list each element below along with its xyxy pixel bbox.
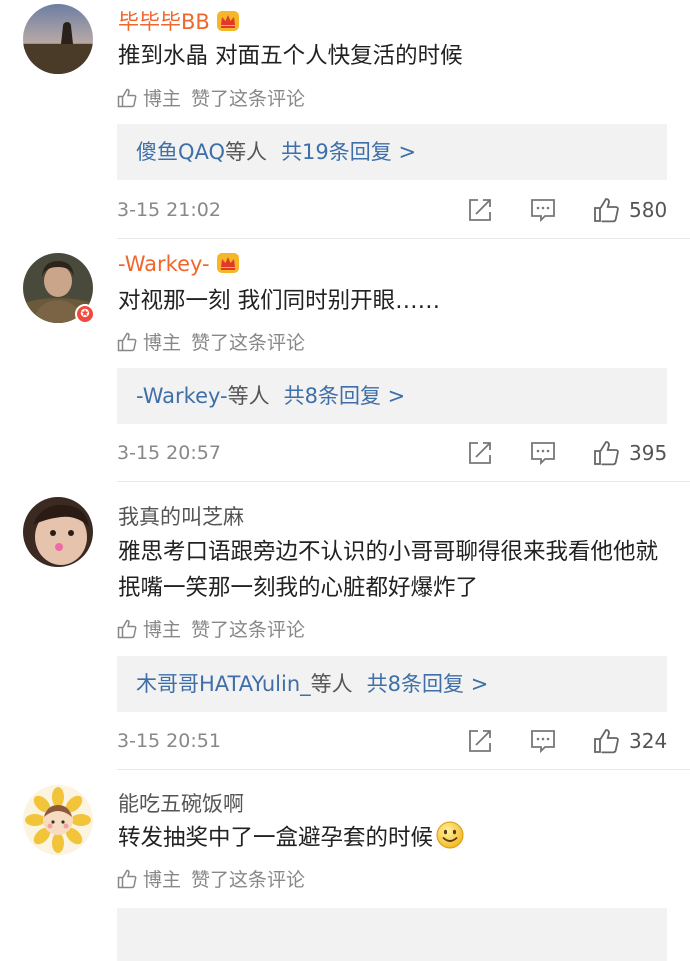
comment-actions: 3-15 21:02 580 [117,195,677,225]
reply-suffix: 等人 [310,672,353,696]
divider [117,769,690,770]
reply-count-link[interactable]: 共8条回复 > [367,672,489,696]
like-count: 580 [629,198,668,222]
comment-actions: 3-15 20:51 324 [117,726,677,756]
share-icon[interactable] [467,728,493,754]
reply-summary[interactable]: -Warkey-等人 共8条回复 > [117,368,667,424]
avatar[interactable] [23,785,93,855]
share-icon[interactable] [467,197,493,223]
liked-by-author[interactable]: 博主 [143,865,181,892]
crown-vip-icon [216,252,240,279]
comment-icon[interactable] [530,440,556,466]
thumbs-up-icon [117,869,137,888]
reply-count-link[interactable]: 共19条回复 > [281,140,416,164]
divider [117,481,690,482]
username[interactable]: 能吃五碗饭啊 [118,788,244,818]
username[interactable]: 我真的叫芝麻 [118,501,244,531]
like-count: 324 [629,729,668,753]
divider [117,238,690,239]
liked-label: 赞了这条评论 [191,869,306,891]
comment-text: 推到水晶 对面五个人快复活的时候 [118,43,463,69]
verified-badge-icon: ✪ [75,304,95,324]
reply-summary[interactable]: 傻鱼QAQ等人 共19条回复 > [117,124,667,180]
comment-text: 对视那一刻 我们同时别开眼…… [118,288,441,314]
author-liked-row: 博主 赞了这条评论 [117,615,305,642]
like-icon[interactable] [593,728,621,754]
author-liked-row: 博主 赞了这条评论 [117,865,305,892]
reply-user[interactable]: 傻鱼QAQ [136,140,225,164]
like-icon[interactable] [593,197,621,223]
thumbs-up-icon [117,332,137,351]
liked-by-author[interactable]: 博主 [143,328,181,355]
timestamp: 3-15 20:57 [117,442,221,464]
username[interactable]: -Warkey- [118,252,240,279]
liked-by-author[interactable]: 博主 [143,615,181,642]
avatar[interactable] [23,497,93,567]
reply-user[interactable]: -Warkey- [136,384,228,408]
reply-suffix: 等人 [227,384,270,408]
liked-label: 赞了这条评论 [191,88,306,110]
avatar[interactable] [23,4,93,74]
comment-icon[interactable] [530,728,556,754]
like-count: 395 [629,441,668,465]
timestamp: 3-15 21:02 [117,199,221,221]
author-liked-row: 博主 赞了这条评论 [117,328,305,355]
smile-emoji-icon [435,820,465,861]
liked-by-author[interactable]: 博主 [143,84,181,111]
comment-text: 雅思考口语跟旁边不认识的小哥哥聊得很来我看他他就抿嘴一笑那一刻我的心脏都好爆炸了 [118,539,659,601]
reply-summary-partial[interactable] [117,908,667,961]
reply-summary[interactable]: 木哥哥HATAYulin_等人 共8条回复 > [117,656,667,712]
timestamp: 3-15 20:51 [117,730,221,752]
liked-label: 赞了这条评论 [191,619,306,641]
thumbs-up-icon [117,88,137,107]
author-liked-row: 博主 赞了这条评论 [117,84,305,111]
thumbs-up-icon [117,619,137,638]
crown-vip-icon [216,10,240,37]
liked-label: 赞了这条评论 [191,332,306,354]
reply-user[interactable]: 木哥哥HATAYulin_ [136,672,311,696]
reply-suffix: 等人 [225,140,268,164]
share-icon[interactable] [467,440,493,466]
reply-count-link[interactable]: 共8条回复 > [284,384,406,408]
comment-text: 转发抽奖中了一盒避孕套的时候 [118,820,678,861]
username[interactable]: 毕毕毕BB [118,6,240,37]
like-icon[interactable] [593,440,621,466]
comment-icon[interactable] [530,197,556,223]
comment-actions: 3-15 20:57 395 [117,438,677,468]
